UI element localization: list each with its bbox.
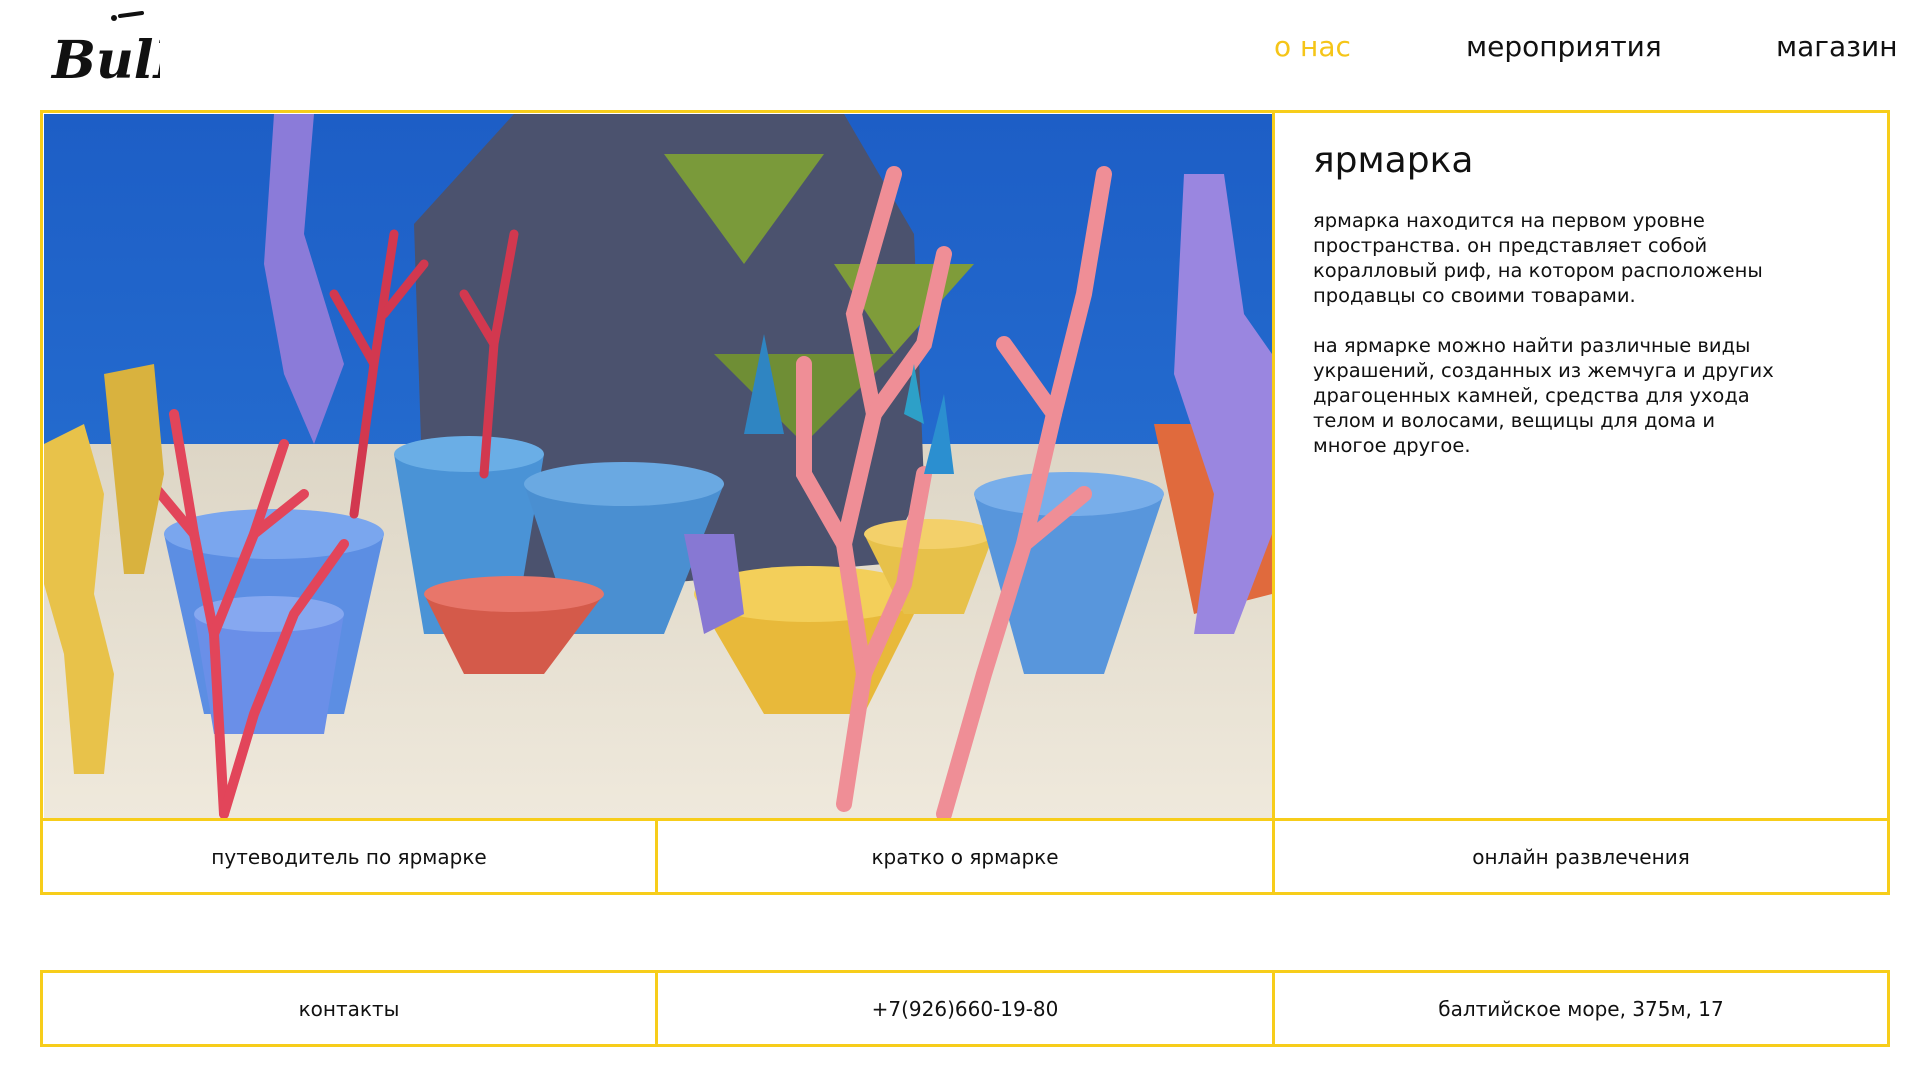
nav-shop[interactable]: магазин [1776,30,1898,63]
logo-lettering: BulK [50,30,160,88]
fair-summary-link[interactable]: кратко о ярмарке [658,821,1272,892]
page-title: ярмарка [1313,140,1474,181]
contacts-label[interactable]: контакты [43,973,655,1044]
online-entertainment-link[interactable]: онлайн развлечения [1275,821,1887,892]
info-paragraph: ярмарка находится на первом уровне прост… [1313,209,1763,307]
nav-about[interactable]: о нас [1274,30,1351,63]
nav-events[interactable]: мероприятия [1466,30,1662,63]
phone-number[interactable]: +7(926)660-19-80 [658,973,1272,1044]
bulk-logo[interactable]: BulK [50,10,160,88]
address: балтийское море, 375м, 17 [1438,996,1724,1021]
fair-guide-link[interactable]: путеводитель по ярмарке [43,821,655,892]
info-paragraph: на ярмарке можно найти различные виды ук… [1313,334,1774,457]
frame-divider [1272,110,1275,895]
info-description: ярмарка находится на первом уровне прост… [1313,208,1793,483]
coral-reef-image [44,114,1272,818]
